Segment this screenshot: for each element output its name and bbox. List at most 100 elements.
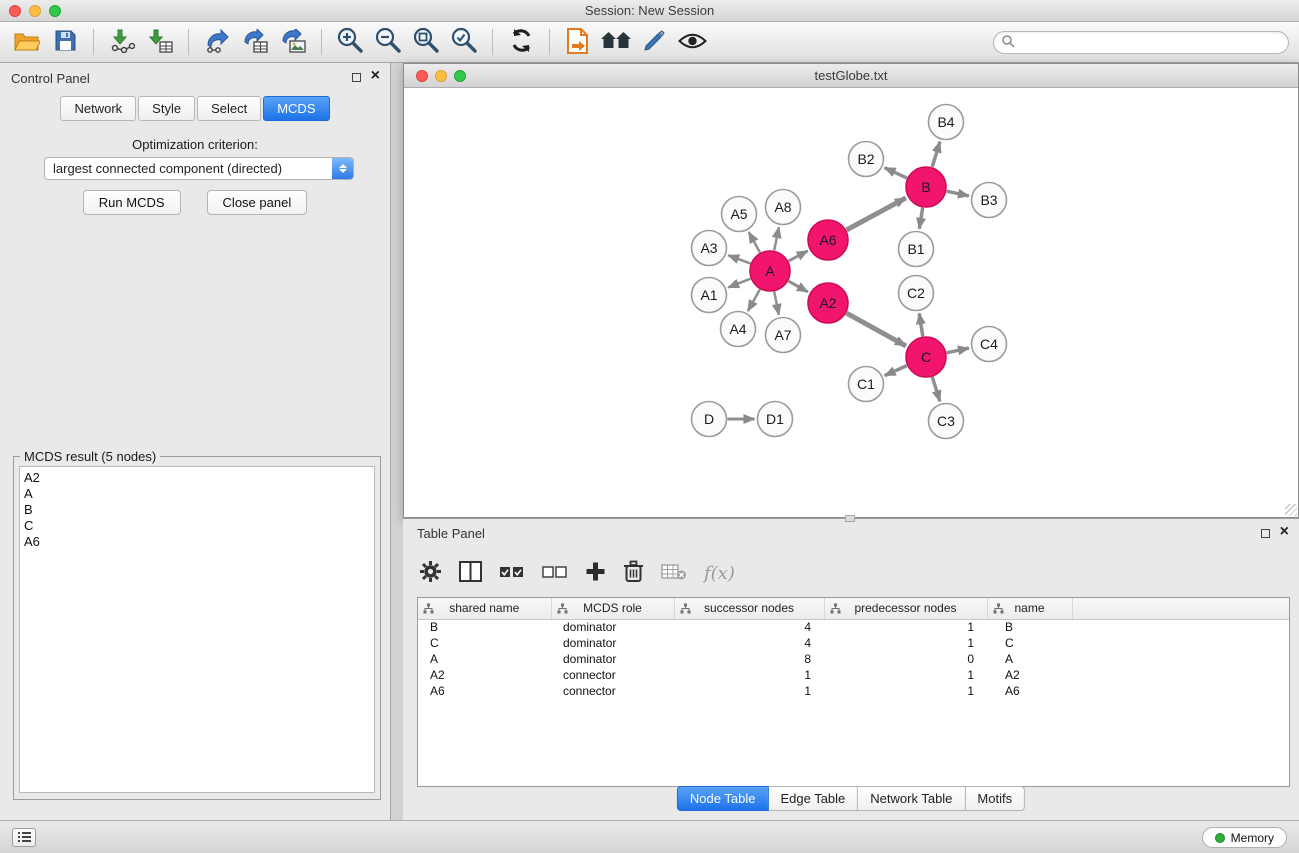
minimize-network-button[interactable] [435, 70, 447, 82]
table-cell[interactable]: 1 [824, 635, 987, 651]
import-network-button[interactable] [103, 25, 141, 59]
home-networks-button[interactable] [597, 25, 635, 59]
minimize-window-button[interactable] [29, 5, 41, 17]
create-column-button[interactable] [585, 561, 606, 585]
graph-edge-A-A6[interactable] [789, 251, 808, 261]
zoom-fit-button[interactable] [407, 25, 445, 59]
column-header-predecessor-nodes[interactable]: predecessor nodes [824, 598, 987, 619]
zoom-selected-button[interactable] [445, 25, 483, 59]
table-row[interactable]: A2connector11A2 [418, 667, 1289, 683]
graph-edge-A2-C[interactable] [846, 313, 906, 346]
float-panel-icon[interactable] [352, 73, 361, 82]
result-item[interactable]: B [24, 502, 370, 518]
zoom-out-button[interactable] [369, 25, 407, 59]
table-cell[interactable]: dominator [551, 635, 674, 651]
apply-layout-button[interactable] [502, 25, 540, 59]
export-table-button[interactable] [236, 25, 274, 59]
table-tab-network-table[interactable]: Network Table [858, 786, 965, 811]
network-canvas[interactable]: B4B2BB3A5A8A6B1A3AA1C2A2A4A7C4CC1C3DD1 [404, 88, 1298, 517]
table-cell[interactable]: A [418, 651, 551, 667]
table-cell[interactable]: C [418, 635, 551, 651]
delete-column-button[interactable] [623, 560, 644, 586]
control-panel-tab-select[interactable]: Select [197, 96, 261, 121]
graph-node-A6[interactable]: A6 [808, 220, 848, 260]
network-file-button[interactable] [559, 25, 597, 59]
table-cell[interactable]: 1 [824, 619, 987, 635]
graph-edge-B-B4[interactable] [932, 142, 940, 167]
graph-edge-A-A7[interactable] [774, 292, 779, 315]
import-table-button[interactable] [141, 25, 179, 59]
graph-node-D[interactable]: D [692, 402, 727, 437]
graph-node-A7[interactable]: A7 [766, 318, 801, 353]
control-panel-tab-network[interactable]: Network [60, 96, 136, 121]
table-cell[interactable]: 0 [824, 651, 987, 667]
graph-node-D1[interactable]: D1 [758, 402, 793, 437]
graph-node-C1[interactable]: C1 [849, 367, 884, 402]
graph-edge-A-A2[interactable] [788, 281, 808, 292]
export-network-button[interactable] [198, 25, 236, 59]
graph-node-B[interactable]: B [906, 167, 946, 207]
graph-node-B4[interactable]: B4 [929, 105, 964, 140]
table-cell[interactable]: B [987, 619, 1072, 635]
table-cell[interactable]: 4 [674, 619, 824, 635]
zoom-in-button[interactable] [331, 25, 369, 59]
table-cell[interactable]: A [987, 651, 1072, 667]
table-cell[interactable]: A6 [418, 683, 551, 699]
table-cell[interactable]: 8 [674, 651, 824, 667]
graph-edge-A6-B[interactable] [847, 198, 906, 230]
result-item[interactable]: C [24, 518, 370, 534]
graph-node-C2[interactable]: C2 [899, 276, 934, 311]
result-item[interactable]: A2 [24, 470, 370, 486]
graph-node-A2[interactable]: A2 [808, 283, 848, 323]
network-window-titlebar[interactable]: testGlobe.txt [404, 64, 1298, 88]
table-tab-motifs[interactable]: Motifs [965, 786, 1025, 811]
graph-edge-A-A3[interactable] [728, 255, 750, 263]
close-window-button[interactable] [9, 5, 21, 17]
window-resize-handle[interactable] [1285, 504, 1297, 516]
graph-node-C[interactable]: C [906, 337, 946, 377]
table-cell[interactable]: 1 [674, 667, 824, 683]
graph-node-A3[interactable]: A3 [692, 231, 727, 266]
annotation-pen-button[interactable] [635, 25, 673, 59]
graph-node-C4[interactable]: C4 [972, 327, 1007, 362]
graph-edge-C-C2[interactable] [919, 313, 923, 336]
close-panel-icon[interactable]: × [371, 67, 380, 85]
close-table-panel-icon[interactable]: × [1280, 523, 1289, 541]
delete-table-button[interactable] [661, 563, 687, 584]
table-cell[interactable]: A2 [418, 667, 551, 683]
close-panel-button[interactable]: Close panel [207, 190, 308, 215]
search-field[interactable] [993, 31, 1289, 54]
memory-button[interactable]: Memory [1202, 827, 1287, 848]
show-columns-button[interactable] [459, 561, 482, 585]
select-all-button[interactable] [499, 565, 525, 582]
table-cell[interactable]: 1 [824, 667, 987, 683]
save-session-button[interactable] [46, 25, 84, 59]
float-table-panel-icon[interactable] [1261, 529, 1270, 538]
result-item[interactable]: A6 [24, 534, 370, 550]
result-item[interactable]: A [24, 486, 370, 502]
graph-edge-C-C1[interactable] [885, 366, 907, 376]
table-row[interactable]: Bdominator41B [418, 619, 1289, 635]
graph-node-A5[interactable]: A5 [722, 197, 757, 232]
table-row[interactable]: A6connector11A6 [418, 683, 1289, 699]
column-header-successor-nodes[interactable]: successor nodes [674, 598, 824, 619]
table-row[interactable]: Adominator80A [418, 651, 1289, 667]
table-cell[interactable]: 1 [674, 683, 824, 699]
graph-edge-A-A1[interactable] [728, 279, 750, 288]
graph-edge-B-B3[interactable] [947, 191, 969, 196]
export-image-button[interactable] [274, 25, 312, 59]
column-header-name[interactable]: name [987, 598, 1072, 619]
table-cell[interactable]: A6 [987, 683, 1072, 699]
graph-edge-C-C3[interactable] [932, 377, 940, 401]
table-cell[interactable]: dominator [551, 651, 674, 667]
graph-node-A1[interactable]: A1 [692, 278, 727, 313]
graph-edge-B-B1[interactable] [919, 208, 922, 229]
show-panels-button[interactable] [12, 828, 36, 847]
graph-node-A8[interactable]: A8 [766, 190, 801, 225]
table-cell[interactable]: 1 [824, 683, 987, 699]
table-tab-node-table[interactable]: Node Table [677, 786, 769, 811]
graph-edge-B-B2[interactable] [885, 168, 907, 178]
close-network-button[interactable] [416, 70, 428, 82]
graph-node-A4[interactable]: A4 [721, 312, 756, 347]
table-cell[interactable]: C [987, 635, 1072, 651]
